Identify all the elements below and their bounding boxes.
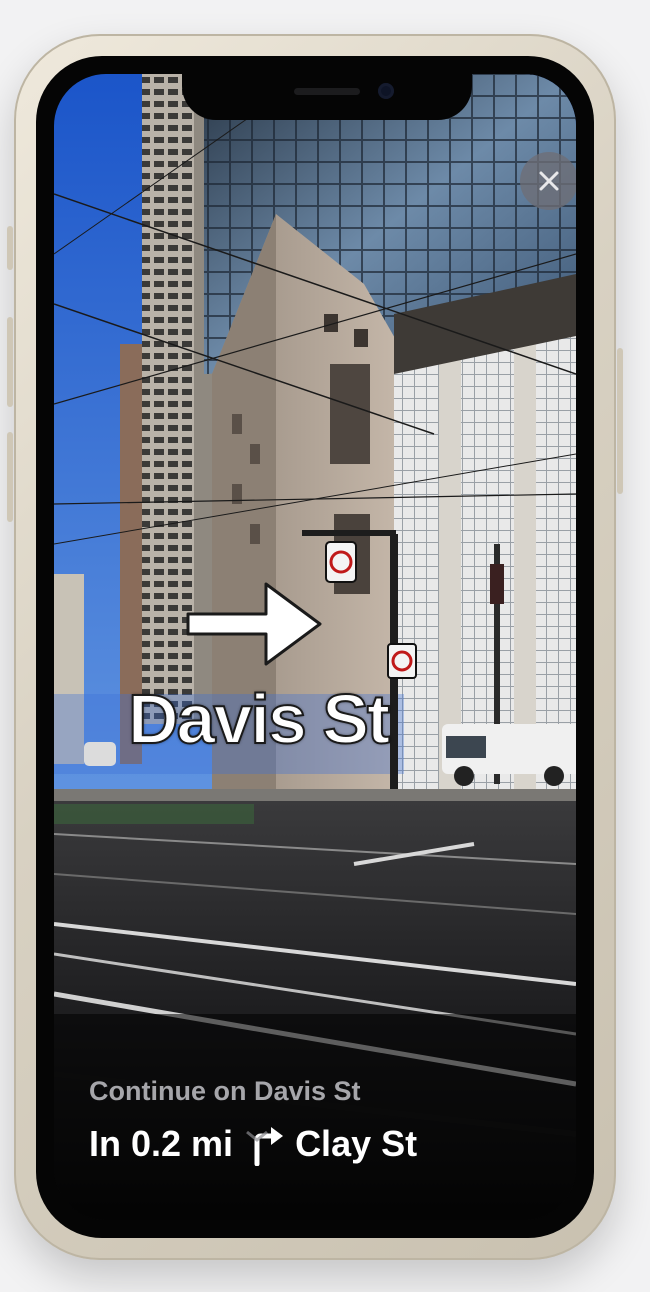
navigation-panel: Continue on Davis St In 0.2 mi Clay St [89,1074,576,1166]
close-button[interactable] [520,152,576,210]
close-icon [539,171,559,191]
power-button [617,348,623,494]
phone-bezel: Davis St Continue on Davis St In 0.2 mi [36,56,594,1238]
ar-street-label: Davis St [127,680,391,758]
front-camera [378,83,394,99]
ar-walking-directions-screen: Davis St Continue on Davis St In 0.2 mi [54,74,576,1220]
turn-right-icon [246,1127,284,1166]
next-maneuver: In 0.2 mi Clay St [89,1122,576,1166]
volume-down-button [7,432,13,522]
notch [182,74,472,120]
turn-right-arrow-icon [186,582,322,666]
action-button [7,226,13,270]
next-distance: In 0.2 mi [89,1123,234,1164]
next-street: Clay St [295,1123,418,1164]
volume-up-button [7,317,13,407]
iphone-frame: Davis St Continue on Davis St In 0.2 mi [7,34,623,1260]
earpiece-speaker [294,88,360,95]
current-instruction: Continue on Davis St [89,1076,361,1106]
